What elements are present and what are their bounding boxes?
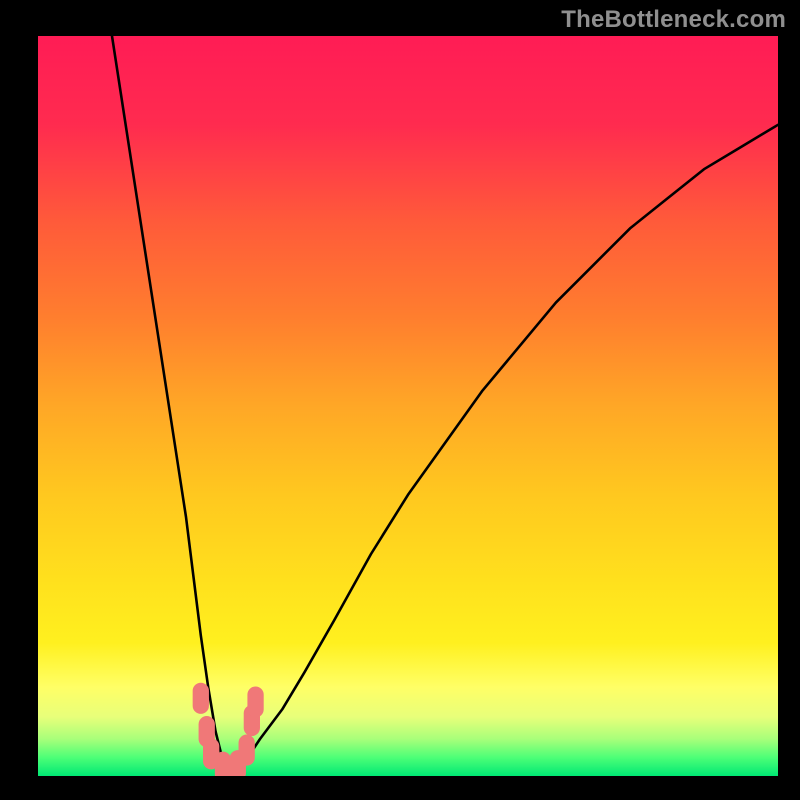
watermark-text: TheBottleneck.com [561,6,786,34]
curve-marker [247,686,263,717]
outer-frame: TheBottleneck.com [0,0,800,800]
curve-marker [239,735,255,766]
curve-marker [215,752,231,776]
curve-marker [193,683,209,714]
plot-area [38,36,778,776]
bottleneck-curve [38,36,778,776]
